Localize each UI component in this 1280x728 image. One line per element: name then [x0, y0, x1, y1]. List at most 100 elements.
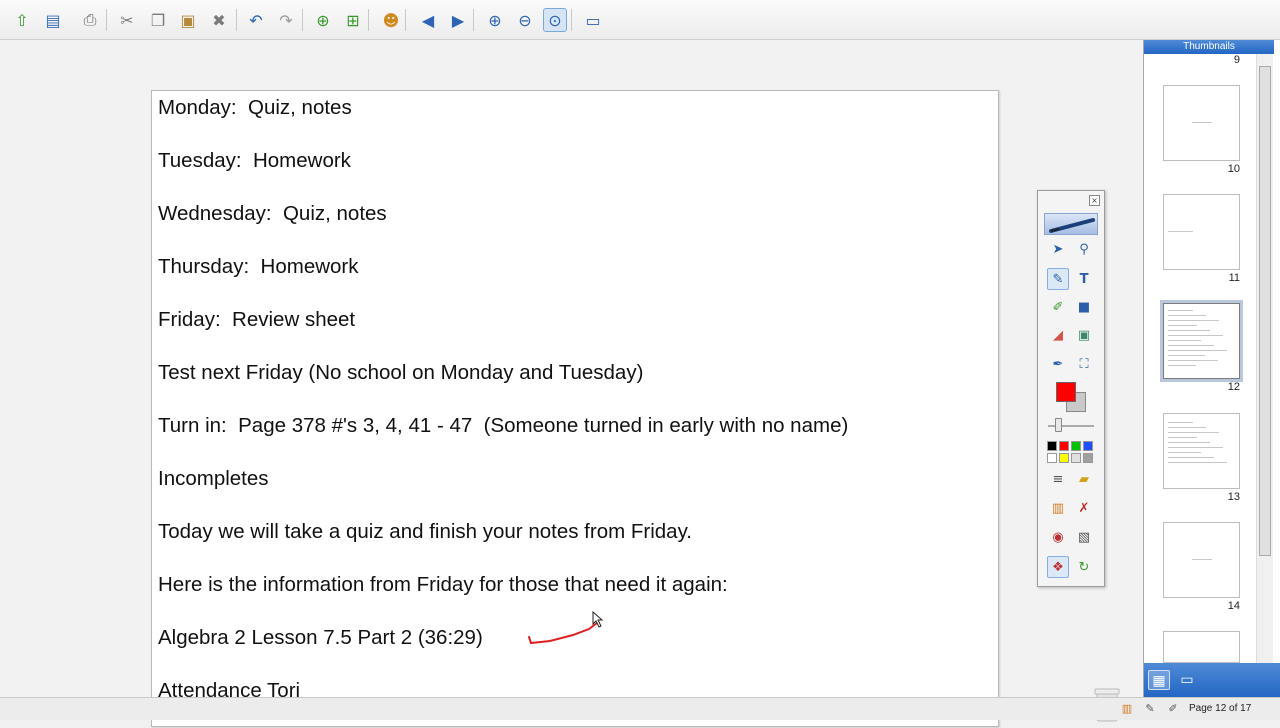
color-swatch[interactable] — [1083, 441, 1093, 451]
mouse-pointer-icon — [592, 611, 604, 628]
page-tool-icon[interactable]: ▥ — [1047, 497, 1069, 519]
thumbnail-number: 9 — [1233, 54, 1240, 66]
page-thumbnail[interactable] — [1163, 413, 1240, 489]
thumbnail-text-line — [1168, 315, 1206, 316]
flipchart-page[interactable]: Monday: Quiz, notes Tuesday: Homework Wedn… — [151, 90, 999, 727]
text-line[interactable]: Today we will take a quiz and finish you… — [158, 520, 692, 544]
text-line[interactable]: Test next Friday (No school on Monday an… — [158, 361, 643, 385]
eyedropper-icon[interactable]: ✒ — [1047, 353, 1069, 375]
color-swatch[interactable] — [1047, 441, 1057, 451]
text-line[interactable]: Incompletes — [158, 467, 269, 491]
add-page-icon[interactable]: ⊕ — [311, 8, 335, 32]
toolbar-separator — [405, 9, 406, 31]
close-icon[interactable]: × — [1089, 195, 1100, 206]
more-tools-icon[interactable]: ❖ — [1047, 556, 1069, 578]
print-icon[interactable]: ⎙ — [78, 8, 102, 32]
scrollbar-thumb[interactable] — [1259, 66, 1271, 556]
previous-page-icon[interactable]: ◀ — [416, 8, 440, 32]
spotlight-icon[interactable]: ▧ — [1073, 526, 1095, 548]
zoom-out-icon[interactable]: ⊖ — [513, 8, 537, 32]
thumbnail-text-line — [1168, 345, 1214, 346]
page-thumbnail[interactable] — [1163, 522, 1240, 598]
thumbnail-number: 12 — [1227, 381, 1240, 393]
copy-icon[interactable]: ❐ — [146, 8, 170, 32]
tool-status-icon[interactable]: ✐ — [1166, 702, 1180, 716]
cut-icon[interactable]: ✂ — [115, 8, 139, 32]
thumbnail-text-line — [1168, 365, 1196, 366]
text-line[interactable]: Thursday: Homework — [158, 255, 359, 279]
select-arrow-icon[interactable]: ➤ — [1047, 238, 1069, 260]
workspace: Monday: Quiz, notes Tuesday: Homework Wedn… — [0, 40, 1143, 727]
color-swatch[interactable] — [1071, 441, 1081, 451]
text-line[interactable]: Wednesday: Quiz, notes — [158, 202, 387, 226]
text-line[interactable]: Monday: Quiz, notes — [158, 96, 352, 120]
toolbar-separator — [368, 9, 369, 31]
pen-preview — [1044, 213, 1098, 235]
pen-status-icon[interactable]: ✎ — [1143, 702, 1157, 716]
paste-icon[interactable]: ▣ — [176, 8, 200, 32]
page-thumbnail[interactable] — [1163, 194, 1240, 270]
thumbnail-text-line — [1168, 427, 1206, 428]
color-swatch[interactable] — [1059, 453, 1069, 463]
revealer-icon[interactable]: ◉ — [1047, 526, 1069, 548]
color-swatch[interactable] — [1047, 453, 1057, 463]
duplicate-page-icon[interactable]: ⊞ — [341, 8, 365, 32]
slider-handle[interactable] — [1055, 418, 1062, 432]
highlighter-icon[interactable]: ✐ — [1047, 296, 1069, 318]
fill-icon[interactable]: ⛶ — [1073, 353, 1095, 375]
thumbnail-text-line — [1168, 422, 1193, 423]
tools-icon[interactable]: ✗ — [1073, 497, 1095, 519]
eraser-icon[interactable]: ◢ — [1047, 324, 1069, 346]
pen-preview-icon — [1049, 218, 1095, 233]
magnifier-icon[interactable]: ⚲ — [1073, 238, 1095, 260]
page-thumbnail[interactable] — [1163, 85, 1240, 161]
thumbnail-text-line — [1168, 330, 1210, 331]
text-line[interactable]: Here is the information from Friday for … — [158, 573, 728, 597]
status-bar: ▥ ✎ ✐ Page 12 of 17 — [0, 697, 1280, 720]
page-indicator: Page 12 of 17 — [1189, 703, 1252, 714]
shape-icon[interactable]: ■ — [1073, 296, 1095, 318]
tool-palette[interactable]: × ➤ ⚲ ✎ T ✐ ■ ◢ ▣ ✒ ⛶ ≡ ▰ ▥ ✗ ◉ ▧ ❖ ↻ — [1037, 190, 1105, 587]
thumbnail-text-line — [1168, 325, 1197, 326]
text-line[interactable]: Tuesday: Homework — [158, 149, 351, 173]
folder-view-icon[interactable]: ▭ — [1176, 670, 1198, 690]
color-swatch[interactable] — [1059, 441, 1069, 451]
thumbnail-text-line — [1168, 457, 1214, 458]
page-thumbnail[interactable] — [1163, 631, 1240, 663]
text-line[interactable]: Turn in: Page 378 #'s 3, 4, 41 - 47 (Som… — [158, 414, 848, 438]
thumbnail-text-line — [1168, 442, 1210, 443]
zoom-in-icon[interactable]: ⊕ — [483, 8, 507, 32]
line-style-icon[interactable]: ≡ — [1047, 468, 1069, 490]
thumbnails-scrollbar[interactable] — [1256, 54, 1273, 663]
users-icon[interactable]: ☻ — [379, 8, 403, 32]
thumbnails-view-icon[interactable]: ▦ — [1148, 670, 1170, 690]
undo-icon[interactable]: ↶ — [244, 8, 268, 32]
thumbnail-text-line — [1168, 335, 1223, 336]
color-swatch[interactable] — [1083, 453, 1093, 463]
save-icon[interactable]: ▤ — [41, 8, 65, 32]
pen-icon[interactable]: ✎ — [1047, 268, 1069, 290]
thumbnail-text-line — [1168, 320, 1219, 321]
open-icon[interactable]: ⇧ — [10, 8, 34, 32]
color-swatch[interactable] — [1071, 453, 1081, 463]
image-icon[interactable]: ▣ — [1073, 324, 1095, 346]
toolbar-separator — [473, 9, 474, 31]
delete-icon[interactable]: ✖ — [207, 8, 231, 32]
page-thumbnail[interactable] — [1160, 300, 1243, 382]
zoom-fit-icon[interactable]: ⊙ — [543, 8, 567, 32]
folder-icon[interactable]: ▰ — [1073, 468, 1095, 490]
page-thumbnail[interactable] — [1163, 54, 1240, 55]
text-icon[interactable]: T — [1073, 268, 1095, 290]
text-line[interactable]: Algebra 2 Lesson 7.5 Part 2 (36:29) — [158, 626, 483, 650]
redo-icon[interactable]: ↷ — [274, 8, 298, 32]
reset-icon[interactable]: ↻ — [1073, 556, 1095, 578]
next-page-icon[interactable]: ▶ — [446, 8, 470, 32]
thumbnail-text-line — [1168, 231, 1193, 232]
page-icon[interactable]: ▥ — [1120, 702, 1134, 716]
primary-color-swatch[interactable] — [1056, 382, 1076, 402]
screen-icon[interactable]: ▭ — [581, 8, 605, 32]
thumbnail-text-line — [1168, 437, 1197, 438]
thumbnail-text-line — [1192, 559, 1212, 560]
text-line[interactable]: Friday: Review sheet — [158, 308, 355, 332]
thumbnail-text-line — [1168, 360, 1218, 361]
